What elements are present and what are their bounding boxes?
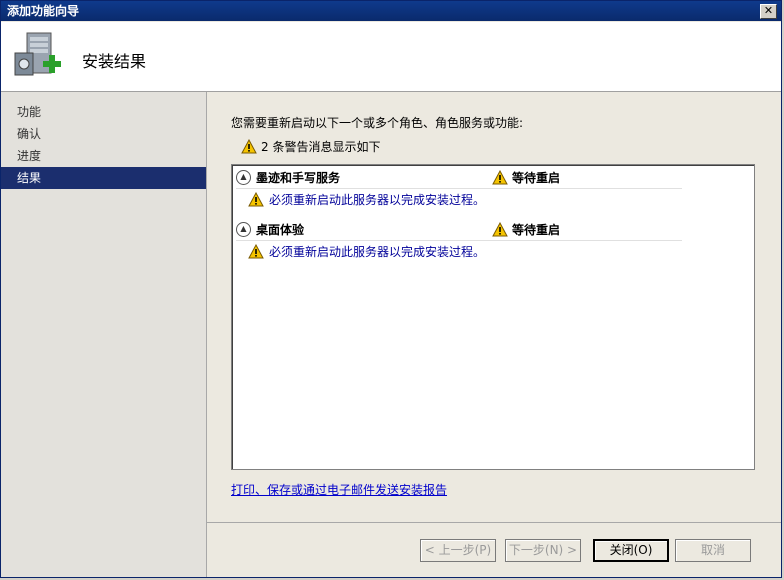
warning-icon: [492, 169, 508, 184]
divider: [236, 188, 682, 189]
step-features[interactable]: 功能: [1, 101, 206, 123]
close-window-button[interactable]: ✕: [760, 4, 777, 19]
collapse-icon[interactable]: ▲: [236, 221, 251, 237]
server-add-feature-icon: [14, 32, 61, 76]
result-message-text: 必须重新启动此服务器以完成安装过程。: [269, 193, 486, 207]
step-results[interactable]: 结果: [1, 167, 206, 189]
result-group: ▲ 墨迹和手写服务 等待重启 必须重新启动此服务器以完成安装过程。: [232, 165, 754, 217]
title-bar[interactable]: 添加功能向导 ✕: [1, 1, 781, 21]
close-button[interactable]: 关闭(O): [593, 539, 669, 562]
results-list[interactable]: ▲ 墨迹和手写服务 等待重启 必须重新启动此服务器以完成安装过程。 ▲ 桌面体验…: [231, 164, 755, 470]
warning-icon: [241, 139, 257, 154]
result-group-name: 桌面体验: [256, 222, 305, 237]
next-button[interactable]: 下一步(N) >: [505, 539, 581, 562]
result-message-text: 必须重新启动此服务器以完成安装过程。: [269, 245, 486, 259]
window-title: 添加功能向导: [7, 4, 80, 18]
footer-divider: [207, 522, 781, 523]
collapse-icon[interactable]: ▲: [236, 169, 251, 185]
step-progress[interactable]: 进度: [1, 145, 206, 167]
result-group: ▲ 桌面体验 等待重启 必须重新启动此服务器以完成安装过程。: [232, 217, 754, 269]
page-title: 安装结果: [82, 52, 147, 71]
restart-intro-text: 您需要重新启动以下一个或多个角色、角色服务或功能:: [231, 116, 524, 130]
step-confirmation[interactable]: 确认: [1, 123, 206, 145]
wizard-content: 您需要重新启动以下一个或多个角色、角色服务或功能: 2 条警告消息显示如下 ▲ …: [207, 92, 781, 577]
result-status-text: 等待重启: [512, 170, 561, 185]
back-button[interactable]: < 上一步(P): [420, 539, 496, 562]
wizard-steps-sidebar: 功能 确认 进度 结果: [1, 92, 207, 577]
result-message: 必须重新启动此服务器以完成安装过程。: [248, 243, 485, 260]
cancel-button[interactable]: 取消: [675, 539, 751, 562]
result-group-name: 墨迹和手写服务: [256, 170, 341, 185]
wizard-header: 安装结果: [1, 22, 781, 92]
warning-icon: [248, 244, 264, 259]
warning-summary-text: 2 条警告消息显示如下: [261, 140, 381, 154]
divider: [236, 240, 682, 241]
warning-summary: 2 条警告消息显示如下: [241, 138, 380, 155]
result-status: 等待重启: [492, 167, 560, 187]
result-status: 等待重启: [492, 219, 560, 239]
add-features-wizard-window: 添加功能向导 ✕ 安装结果 功能 确认 进度 结果 您需要重新启动以下一个或多个…: [0, 0, 782, 578]
result-message: 必须重新启动此服务器以完成安装过程。: [248, 191, 485, 208]
warning-icon: [248, 192, 264, 207]
result-status-text: 等待重启: [512, 222, 561, 237]
installation-report-link[interactable]: 打印、保存或通过电子邮件发送安装报告: [231, 481, 447, 498]
warning-icon: [492, 221, 508, 236]
